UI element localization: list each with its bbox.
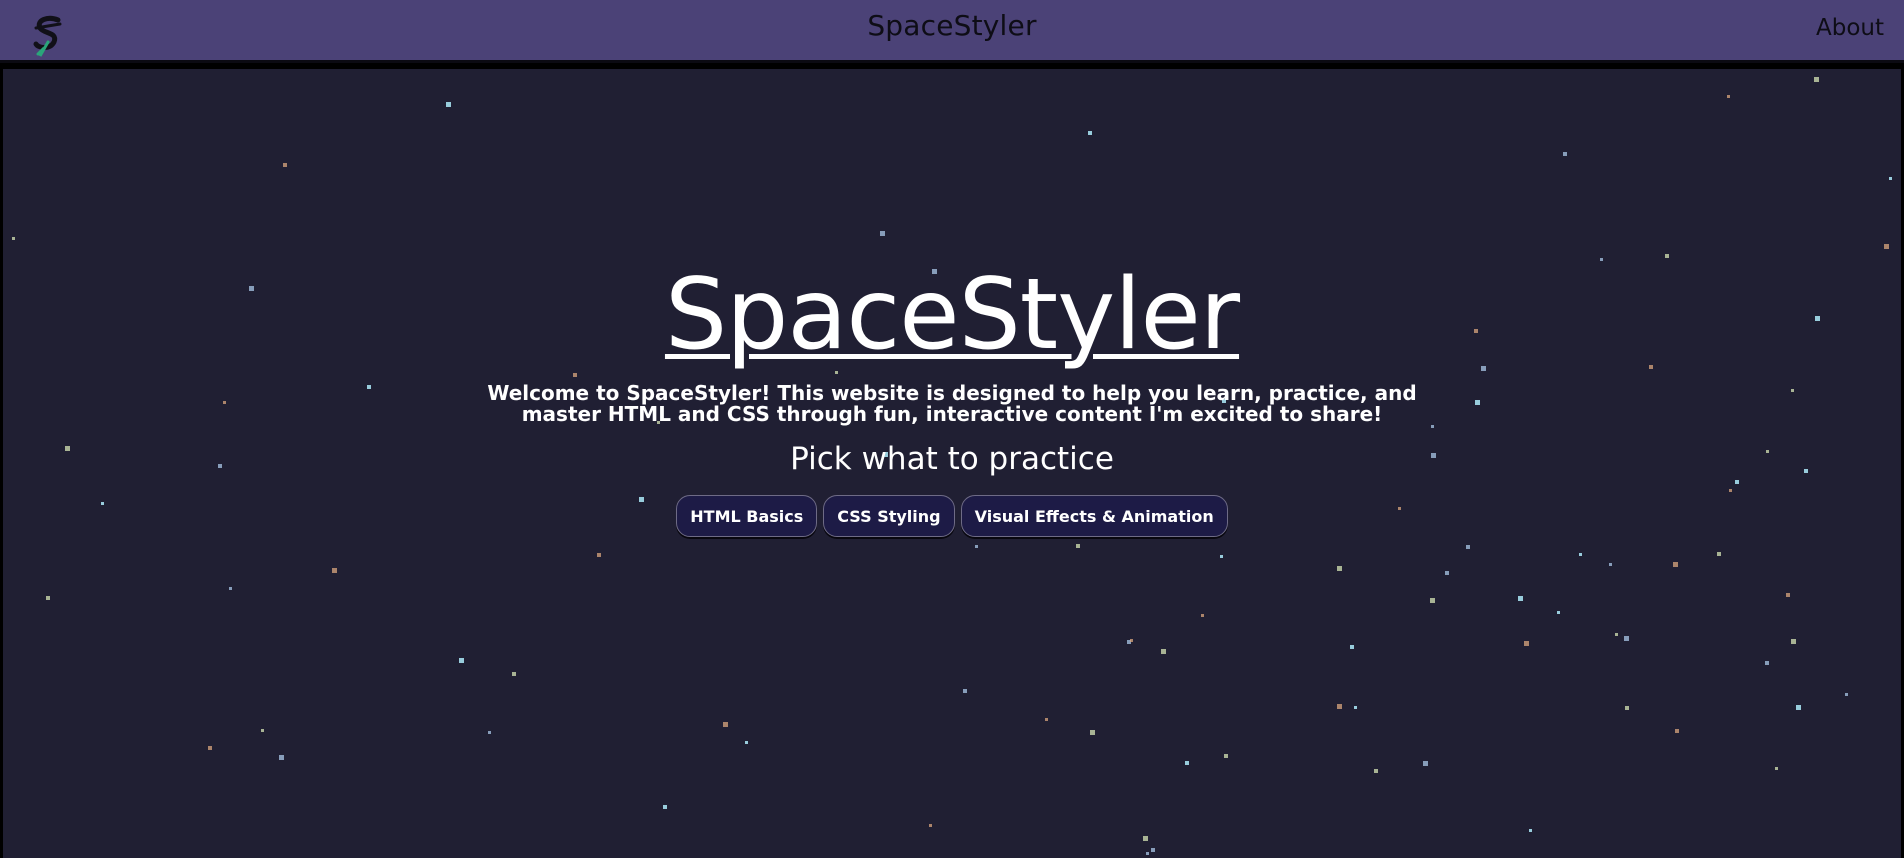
about-link[interactable]: About xyxy=(1816,15,1884,41)
visual-effects-animation-button[interactable]: Visual Effects & Animation xyxy=(960,495,1228,537)
star xyxy=(1045,718,1048,721)
star xyxy=(1557,611,1560,614)
star xyxy=(12,237,15,240)
star xyxy=(1524,641,1529,646)
star xyxy=(1151,848,1155,852)
practice-button-row: HTML Basics CSS Styling Visual Effects &… xyxy=(3,495,1901,537)
top-navigation-bar: SpaceStyler About xyxy=(0,0,1904,63)
star xyxy=(1665,254,1669,258)
html-basics-button[interactable]: HTML Basics xyxy=(676,495,818,537)
star xyxy=(1625,706,1629,710)
star xyxy=(1889,177,1892,180)
practice-heading: Pick what to practice xyxy=(790,441,1114,477)
star xyxy=(1466,545,1470,549)
star xyxy=(1161,649,1166,654)
star xyxy=(488,731,491,734)
star xyxy=(597,553,601,557)
star xyxy=(1727,95,1730,98)
star xyxy=(283,163,287,167)
star xyxy=(1337,566,1342,571)
star xyxy=(1791,639,1796,644)
star xyxy=(208,746,212,750)
star xyxy=(1185,761,1189,765)
star xyxy=(1090,730,1095,735)
star xyxy=(1076,544,1080,548)
star xyxy=(261,729,264,732)
star xyxy=(1143,836,1148,841)
star xyxy=(1717,552,1721,556)
star xyxy=(1563,152,1567,156)
star xyxy=(1673,562,1678,567)
star xyxy=(1518,596,1523,601)
star xyxy=(1423,761,1428,766)
welcome-text: Welcome to SpaceStyler! This website is … xyxy=(487,381,1417,426)
star xyxy=(1845,693,1848,696)
star xyxy=(1624,636,1629,641)
star xyxy=(1430,598,1435,603)
star xyxy=(1374,769,1378,773)
star xyxy=(1220,555,1223,558)
star xyxy=(1615,633,1618,636)
star xyxy=(229,587,232,590)
star xyxy=(1445,571,1449,575)
star xyxy=(1884,244,1889,249)
star xyxy=(1146,852,1149,855)
star xyxy=(1354,706,1357,709)
star xyxy=(1224,754,1228,758)
star xyxy=(1529,829,1532,832)
star xyxy=(880,231,885,236)
star xyxy=(1088,131,1092,135)
star xyxy=(512,672,516,676)
star xyxy=(745,741,748,744)
star xyxy=(1337,704,1342,709)
star xyxy=(46,596,50,600)
star xyxy=(332,568,337,573)
star xyxy=(279,755,284,760)
star xyxy=(929,824,932,827)
hero-section: SpaceStyler Welcome to SpaceStyler! This… xyxy=(3,259,1901,537)
star xyxy=(963,689,967,693)
star xyxy=(1579,553,1582,556)
star xyxy=(459,658,464,663)
starfield-stage: SpaceStyler Welcome to SpaceStyler! This… xyxy=(3,68,1901,858)
star xyxy=(723,722,728,727)
star xyxy=(1675,729,1679,733)
star xyxy=(1350,645,1354,649)
star xyxy=(1786,593,1790,597)
star xyxy=(1814,77,1819,82)
star xyxy=(1765,661,1769,665)
css-styling-button[interactable]: CSS Styling xyxy=(823,495,955,537)
star xyxy=(1201,614,1204,617)
star xyxy=(1796,705,1801,710)
site-name: SpaceStyler xyxy=(867,9,1037,42)
star xyxy=(446,102,451,107)
hero-title: SpaceStyler xyxy=(664,258,1240,372)
star xyxy=(1775,767,1778,770)
star xyxy=(975,545,978,548)
star xyxy=(663,805,667,809)
star xyxy=(1130,639,1133,642)
star xyxy=(1609,563,1612,566)
